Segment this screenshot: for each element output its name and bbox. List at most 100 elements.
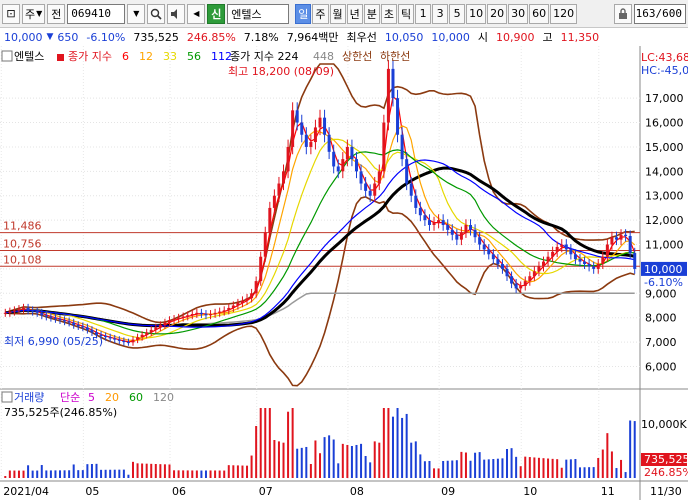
prev-stock-button[interactable]: ◀ bbox=[187, 3, 206, 24]
candle-body bbox=[313, 127, 317, 143]
period-틱[interactable]: 틱 bbox=[398, 3, 415, 24]
candle-body bbox=[500, 264, 504, 269]
volume-bar bbox=[401, 417, 404, 478]
candle-body bbox=[172, 318, 176, 321]
price-chart[interactable]: 17,000 16,000 15,000 14,000 13,000 12,000 11,0… bbox=[0, 46, 688, 500]
volume-bar bbox=[487, 459, 490, 478]
candle-body bbox=[446, 225, 450, 230]
chart-area[interactable]: 17,000 16,000 15,000 14,000 13,000 12,000 11,0… bbox=[0, 46, 688, 500]
candle-body bbox=[8, 311, 12, 313]
period-년[interactable]: 년 bbox=[346, 3, 363, 24]
candle-body bbox=[254, 281, 258, 294]
volume-bar bbox=[309, 464, 312, 478]
period-10[interactable]: 10 bbox=[466, 3, 487, 24]
period-type-select[interactable]: 주 ▼ bbox=[22, 3, 46, 24]
period-30[interactable]: 30 bbox=[508, 3, 529, 24]
volume-bar bbox=[537, 457, 540, 478]
candle-body bbox=[414, 195, 418, 208]
stock-code-input[interactable]: 069410 bbox=[67, 3, 126, 24]
candle-body bbox=[3, 312, 7, 314]
chevron-down-icon: ▼ bbox=[133, 9, 140, 18]
candle-body bbox=[250, 293, 254, 299]
prev-button[interactable]: 전 bbox=[47, 3, 66, 24]
volume-bar bbox=[382, 408, 385, 478]
candle-body bbox=[614, 237, 618, 240]
candle-body bbox=[186, 315, 190, 317]
volume-bar bbox=[236, 465, 239, 478]
open-label: 시 bbox=[477, 31, 488, 44]
volume-bar bbox=[542, 458, 545, 478]
current-pct-label: -6.10% bbox=[644, 276, 683, 289]
candle-body bbox=[44, 315, 48, 317]
period-20[interactable]: 20 bbox=[487, 3, 508, 24]
volume-bar bbox=[533, 457, 536, 478]
legend-swatch-ma bbox=[57, 54, 64, 61]
candle-body bbox=[12, 310, 16, 312]
volume-bar bbox=[113, 469, 116, 478]
volume-bar bbox=[474, 452, 477, 478]
volume-bar bbox=[241, 465, 244, 478]
volume-bar bbox=[328, 435, 331, 478]
period-초[interactable]: 초 bbox=[380, 3, 398, 24]
volume-bar bbox=[510, 448, 513, 478]
candle-body bbox=[341, 159, 345, 172]
period-3[interactable]: 3 bbox=[432, 3, 449, 24]
legend-ma-long-label: 종가 지수 224 bbox=[230, 50, 298, 63]
volume-bar bbox=[36, 470, 39, 478]
candle-body bbox=[578, 259, 582, 262]
y-tick-label: 8,000 bbox=[645, 312, 677, 325]
low-annotation: 최저 6,990 (05/25) bbox=[4, 335, 103, 348]
search-icon[interactable] bbox=[147, 3, 166, 24]
candle-body bbox=[455, 234, 459, 240]
period-주[interactable]: 주 bbox=[312, 3, 329, 24]
candle-body bbox=[140, 334, 144, 338]
volume-bar bbox=[350, 446, 353, 478]
period-1[interactable]: 1 bbox=[415, 3, 432, 24]
volume-ma-period: 120 bbox=[153, 391, 174, 404]
lock-icon[interactable] bbox=[614, 3, 632, 24]
volume-bar bbox=[633, 421, 636, 478]
volume-bar bbox=[569, 459, 572, 478]
volume-bar bbox=[464, 452, 467, 478]
volume-bar bbox=[163, 464, 166, 478]
volume-bar bbox=[227, 465, 230, 478]
period-120[interactable]: 120 bbox=[550, 3, 578, 24]
page-counter[interactable]: 163/600 bbox=[634, 3, 686, 24]
company-name-field[interactable]: 엔텔스 bbox=[227, 3, 290, 24]
candle-body bbox=[213, 312, 217, 315]
volume-bar bbox=[4, 476, 7, 478]
candle-body bbox=[551, 251, 555, 257]
period-60[interactable]: 60 bbox=[529, 3, 550, 24]
period-5[interactable]: 5 bbox=[449, 3, 466, 24]
volume-bar bbox=[223, 470, 226, 478]
period-일[interactable]: 일 bbox=[295, 3, 312, 24]
candle-body bbox=[222, 310, 226, 312]
period-월[interactable]: 월 bbox=[329, 3, 346, 24]
candle-body bbox=[35, 311, 39, 313]
candle-body bbox=[104, 335, 108, 338]
chart-menu-icon[interactable]: ⊡ bbox=[2, 3, 20, 24]
candle-body bbox=[126, 342, 130, 344]
candle bbox=[382, 114, 386, 179]
candle-body bbox=[537, 266, 541, 272]
lc-label: LC:43,68 bbox=[641, 51, 688, 64]
stock-list-dropdown[interactable]: ▼ bbox=[127, 3, 146, 24]
candle-body bbox=[391, 68, 395, 99]
down-arrow-icon: ▼ bbox=[46, 32, 54, 42]
candle-body bbox=[555, 246, 559, 252]
candle-body bbox=[167, 320, 171, 323]
high-price: 11,350 bbox=[560, 30, 600, 44]
volume-bar bbox=[496, 458, 499, 478]
candle-body bbox=[610, 237, 614, 245]
volume-bar bbox=[59, 470, 62, 478]
volume-bar bbox=[332, 439, 335, 478]
volume-bar bbox=[191, 470, 194, 478]
volume-bar bbox=[209, 470, 212, 478]
period-분[interactable]: 분 bbox=[363, 3, 380, 24]
volume-bar bbox=[442, 461, 445, 478]
speaker-icon[interactable] bbox=[167, 3, 186, 24]
current-price-label: 10,000 bbox=[644, 263, 683, 276]
candle-body bbox=[136, 337, 140, 340]
quote-bar: 10,000 ▼ 650 -6.10% 735,525 246.85% 7.18… bbox=[0, 28, 688, 47]
candle-body bbox=[541, 261, 545, 267]
